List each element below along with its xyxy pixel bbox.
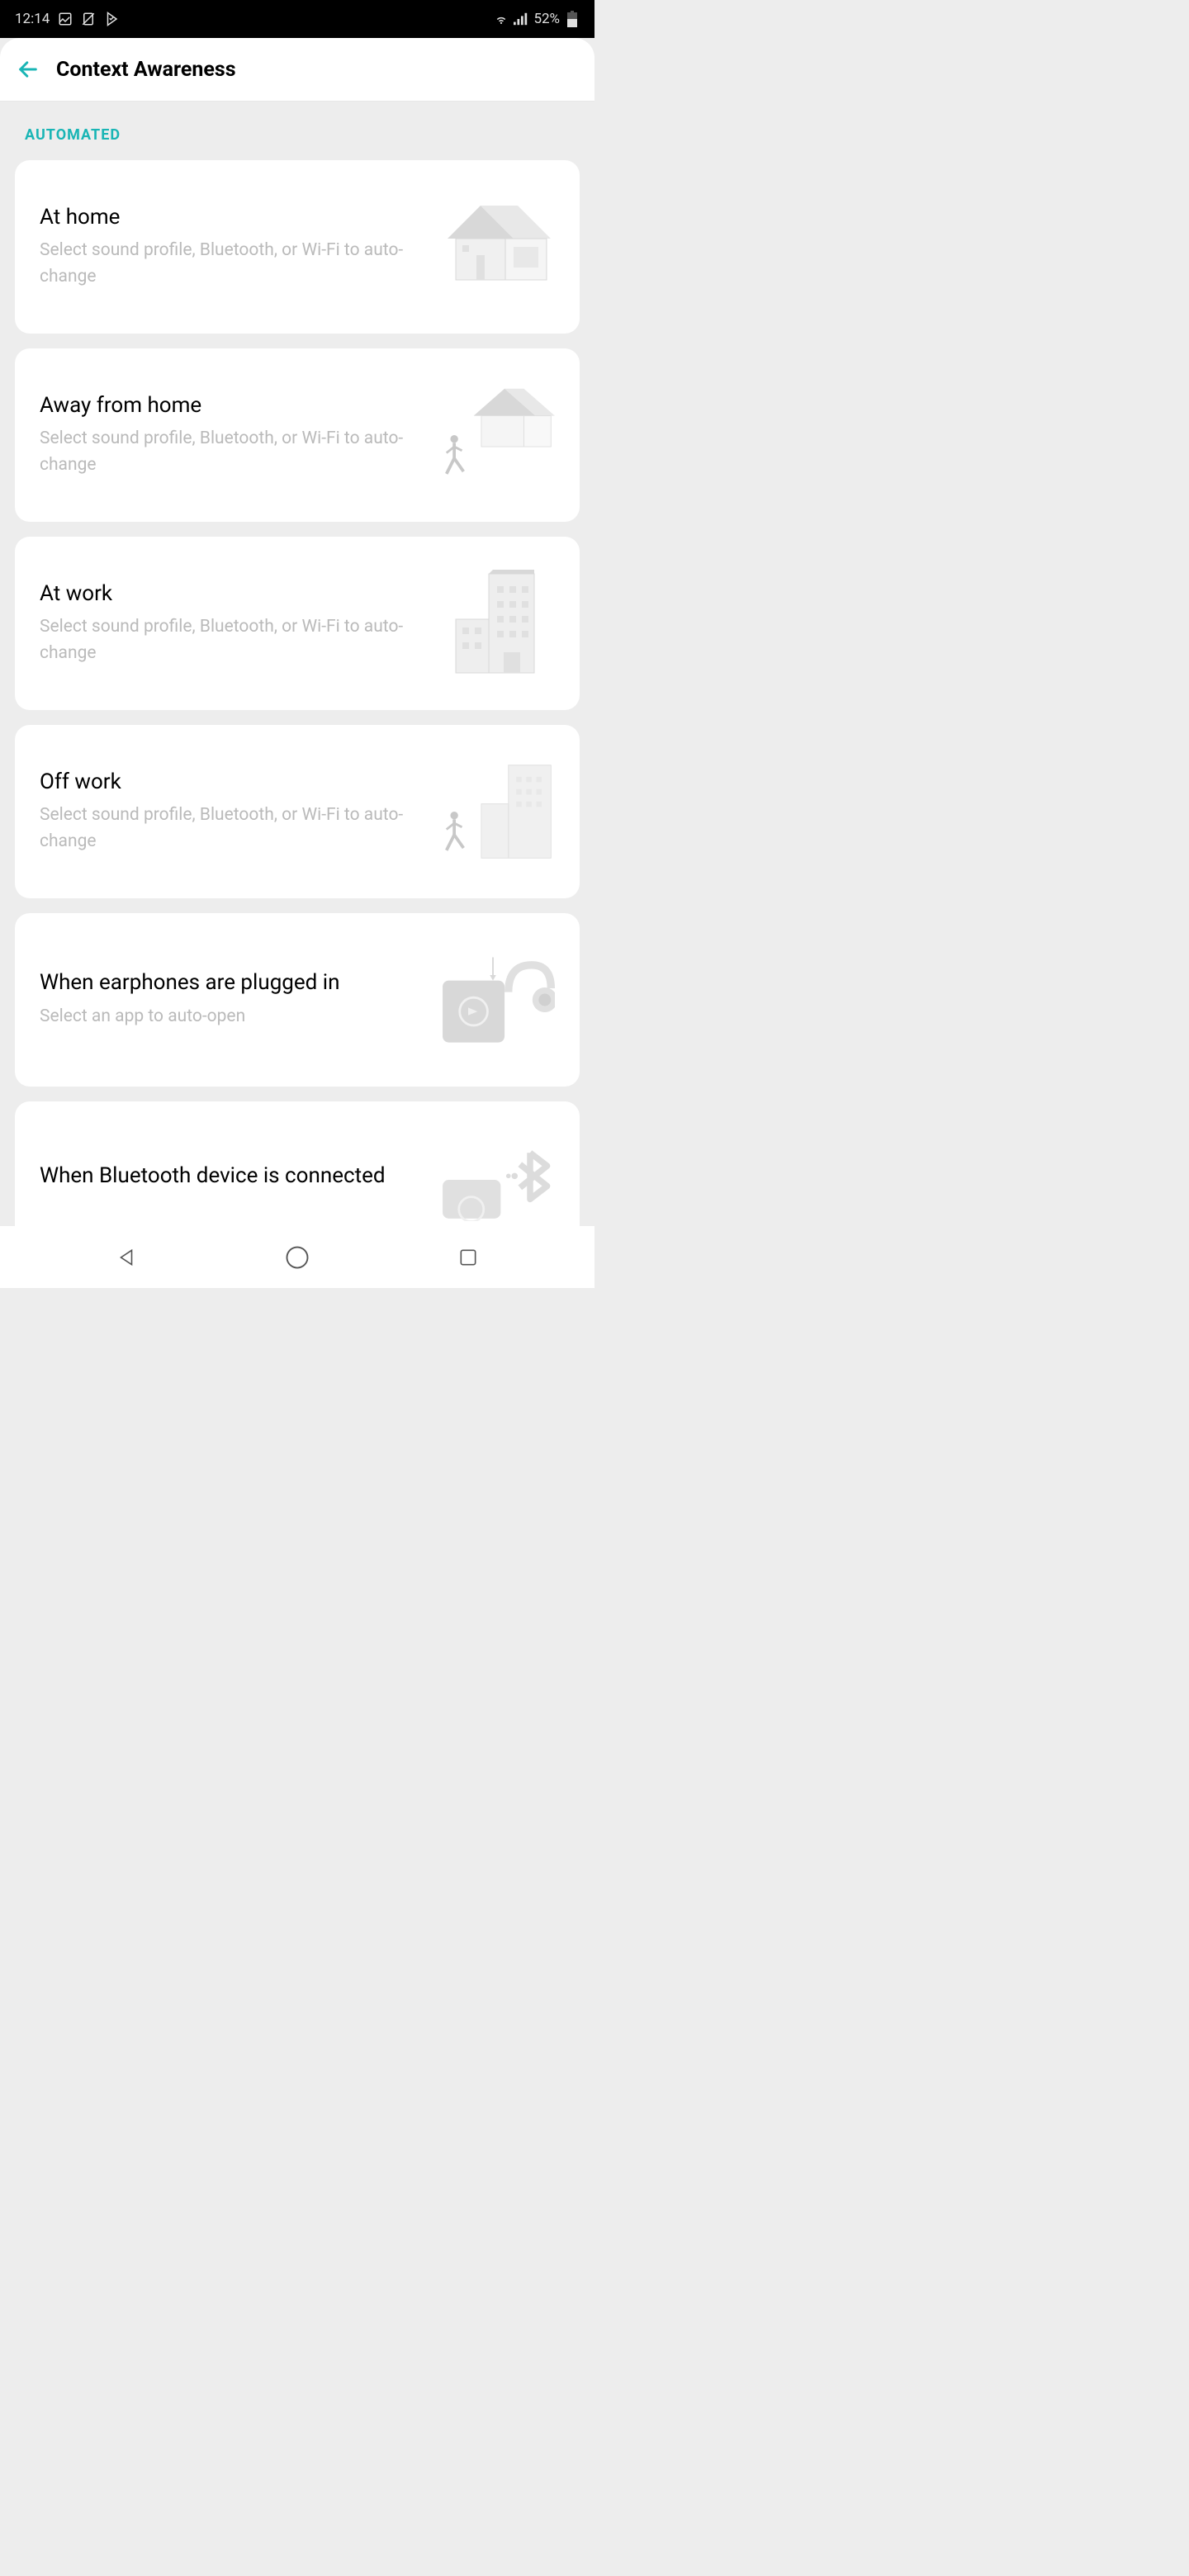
card-title: Away from home xyxy=(40,392,414,420)
card-at-work[interactable]: At work Select sound profile, Bluetooth,… xyxy=(15,537,580,710)
earphones-icon xyxy=(431,946,555,1054)
card-subtitle: Select sound profile, Bluetooth, or Wi-F… xyxy=(40,238,414,290)
card-title: At work xyxy=(40,580,414,608)
card-subtitle: Select an app to auto-open xyxy=(40,1004,414,1030)
card-title: When earphones are plugged in xyxy=(40,969,414,997)
card-subtitle: Select sound profile, Bluetooth, or Wi-F… xyxy=(40,614,414,666)
card-text: At home Select sound profile, Bluetooth,… xyxy=(40,204,414,291)
battery-icon xyxy=(565,12,580,26)
card-bluetooth[interactable]: When Bluetooth device is connected xyxy=(15,1101,580,1226)
card-text: Away from home Select sound profile, Blu… xyxy=(40,392,414,479)
house-icon xyxy=(431,193,555,301)
status-left: 12:14 xyxy=(15,11,119,27)
card-text: Off work Select sound profile, Bluetooth… xyxy=(40,769,414,855)
bluetooth-icon xyxy=(431,1126,555,1226)
nav-recent-button[interactable] xyxy=(455,1244,481,1271)
card-title: When Bluetooth device is connected xyxy=(40,1163,414,1191)
card-earphones[interactable]: When earphones are plugged in Select an … xyxy=(15,913,580,1087)
status-bar: 12:14 52% xyxy=(0,0,594,38)
back-button[interactable] xyxy=(17,58,40,81)
status-time: 12:14 xyxy=(15,11,50,27)
battery-percent: 52% xyxy=(533,11,560,27)
wifi-icon xyxy=(494,12,509,26)
no-sim-icon xyxy=(81,12,96,26)
navigation-bar xyxy=(0,1226,594,1288)
play-protect-icon xyxy=(104,12,119,26)
card-text: When earphones are plugged in Select an … xyxy=(40,969,414,1030)
card-subtitle: Select sound profile, Bluetooth, or Wi-F… xyxy=(40,803,414,855)
signal-icon xyxy=(514,12,528,26)
card-text: When Bluetooth device is connected xyxy=(40,1163,414,1197)
person-leaving-building-icon xyxy=(431,758,555,865)
page-title: Context Awareness xyxy=(56,58,236,82)
card-subtitle: Select sound profile, Bluetooth, or Wi-F… xyxy=(40,426,414,478)
app-bar: Context Awareness xyxy=(0,38,594,102)
nav-home-button[interactable] xyxy=(284,1244,310,1271)
status-right: 52% xyxy=(494,11,580,27)
section-label-automated: AUTOMATED xyxy=(15,102,580,160)
building-icon xyxy=(431,570,555,677)
card-text: At work Select sound profile, Bluetooth,… xyxy=(40,580,414,667)
card-title: At home xyxy=(40,204,414,232)
card-away-from-home[interactable]: Away from home Select sound profile, Blu… xyxy=(15,348,580,522)
content-area: AUTOMATED At home Select sound profile, … xyxy=(0,102,594,1226)
picture-icon xyxy=(58,12,73,26)
person-leaving-house-icon xyxy=(431,381,555,489)
card-off-work[interactable]: Off work Select sound profile, Bluetooth… xyxy=(15,725,580,898)
nav-back-button[interactable] xyxy=(113,1244,140,1271)
card-at-home[interactable]: At home Select sound profile, Bluetooth,… xyxy=(15,160,580,334)
card-title: Off work xyxy=(40,769,414,797)
